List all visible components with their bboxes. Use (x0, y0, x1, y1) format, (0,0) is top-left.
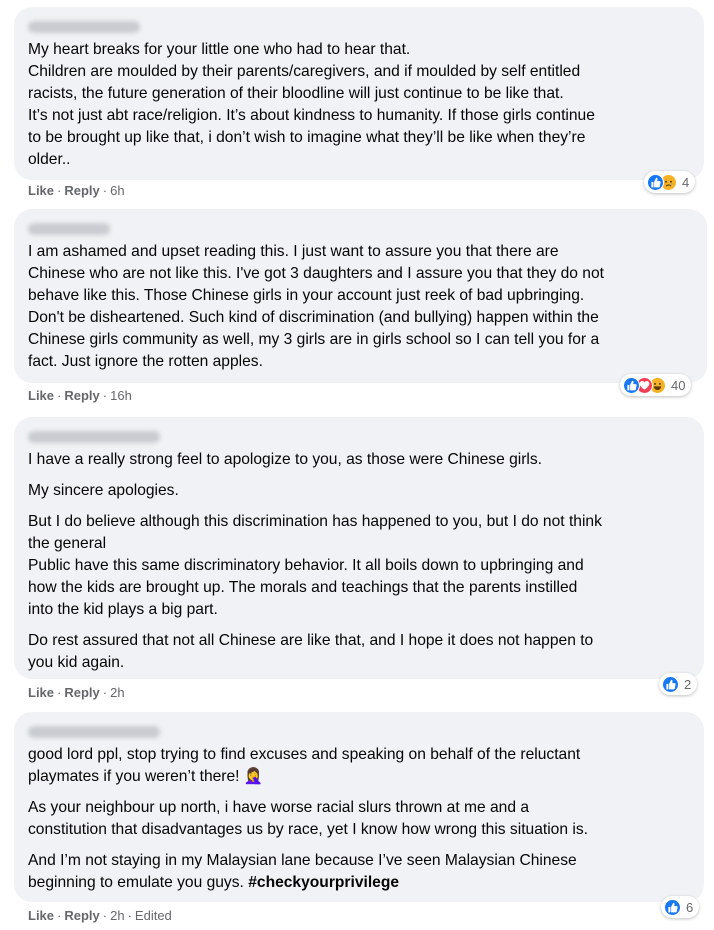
comment-line: Don't be disheartened. Such kind of disc… (28, 309, 599, 326)
comment-line: fact. Just ignore the rotten apples. (28, 353, 263, 370)
comment-line: I have a really strong feel to apologize… (28, 451, 543, 468)
comment-meta: Like · Reply · 2h (28, 685, 125, 700)
comment-line: But I do believe although this discrimin… (28, 513, 602, 530)
comment-line: the general (28, 535, 107, 552)
comment-paragraph: But I do believe although this discrimin… (28, 511, 690, 621)
comment-bubble: good lord ppl, stop trying to find excus… (14, 712, 704, 902)
comment-paragraph: good lord ppl, stop trying to find excus… (28, 744, 690, 788)
like-icon (647, 173, 664, 191)
like-action[interactable]: Like (28, 388, 54, 403)
comment-line: Chinese girls community as well, my 3 gi… (28, 331, 600, 348)
reply-action[interactable]: Reply (64, 908, 99, 923)
author-name-blurred[interactable] (28, 21, 140, 33)
comment-meta: Like · Reply · 2h · Edited (28, 908, 172, 923)
comment-bubble: My heart breaks for your little one who … (14, 7, 704, 180)
reaction-count: 40 (671, 377, 686, 393)
reply-action[interactable]: Reply (64, 183, 99, 198)
comment-line: I am ashamed and upset reading this. I j… (28, 243, 559, 260)
comment-paragraph: Do rest assured that not all Chinese are… (28, 630, 690, 674)
comment-line: It’s not just abt race/religion. It’s ab… (28, 107, 595, 124)
comment-body: I have a really strong feel to apologize… (28, 449, 690, 674)
comment-body: My heart breaks for your little one who … (28, 39, 690, 171)
comment-bubble: I am ashamed and upset reading this. I j… (14, 209, 707, 383)
comment-line: Do rest assured that not all Chinese are… (28, 632, 594, 649)
author-name-blurred[interactable] (28, 431, 160, 443)
comment-line: As your neighbour up north, i have worse… (28, 799, 529, 816)
timestamp[interactable]: 2h (110, 685, 124, 700)
comment-paragraph: And I’m not staying in my Malaysian lane… (28, 850, 690, 894)
comment-line: into the kid plays a big part. (28, 601, 218, 618)
comment-paragraph: I have a really strong feel to apologize… (28, 449, 690, 471)
comment-line: good lord ppl, stop trying to find excus… (28, 746, 581, 763)
timestamp[interactable]: 16h (110, 388, 132, 403)
reply-action[interactable]: Reply (64, 685, 99, 700)
comment-line: racists, the future generation of their … (28, 85, 564, 102)
comment-line: you kid again. (28, 654, 125, 671)
reaction-summary[interactable]: 40 (620, 374, 692, 396)
comment-line: behave like this. Those Chinese girls in… (28, 287, 585, 304)
comment-line: Children are moulded by their parents/ca… (28, 63, 581, 80)
comment-bubble: I have a really strong feel to apologize… (14, 417, 704, 679)
reaction-summary[interactable]: 4 (644, 171, 696, 193)
comment-paragraph: I am ashamed and upset reading this. I j… (28, 241, 693, 373)
comment-line: And I’m not staying in my Malaysian lane… (28, 852, 577, 869)
like-icon (623, 376, 640, 394)
comment-line: beginning to emulate you guys. (28, 874, 244, 891)
like-icon (664, 898, 681, 916)
comment-line: older.. (28, 151, 71, 168)
timestamp[interactable]: 2h (110, 908, 124, 923)
comment-line: Public have this same discriminatory beh… (28, 557, 584, 574)
reaction-count: 6 (686, 899, 694, 915)
comment-line: constitution that disadvantages us by ra… (28, 821, 588, 838)
reaction-summary[interactable]: 6 (661, 896, 700, 918)
comment-paragraph: My sincere apologies. (28, 480, 690, 502)
author-name-blurred[interactable] (28, 726, 160, 738)
like-action[interactable]: Like (28, 685, 54, 700)
comment-meta: Like · Reply · 16h (28, 388, 132, 403)
comment-paragraph: My heart breaks for your little one who … (28, 39, 690, 171)
comment-line: to be brought up like that, i don’t wish… (28, 129, 586, 146)
like-action[interactable]: Like (28, 908, 54, 923)
like-icon (662, 675, 679, 693)
comment-line: My sincere apologies. (28, 482, 179, 499)
reaction-count: 2 (684, 676, 692, 692)
comment-body: good lord ppl, stop trying to find excus… (28, 744, 690, 894)
comment-meta: Like · Reply · 6h (28, 183, 125, 198)
like-action[interactable]: Like (28, 183, 54, 198)
reaction-count: 4 (682, 174, 690, 190)
comment-line: My heart breaks for your little one who … (28, 41, 411, 58)
reaction-summary[interactable]: 2 (659, 673, 698, 695)
comment-body: I am ashamed and upset reading this. I j… (28, 241, 693, 373)
edited-label: Edited (134, 908, 172, 923)
comment-line-with-hashtag: beginning to emulate you guys. #checkyou… (28, 872, 690, 894)
timestamp[interactable]: 6h (110, 183, 124, 198)
comment-line: how the kids are brought up. The morals … (28, 579, 578, 596)
comment-paragraph: As your neighbour up north, i have worse… (28, 797, 690, 841)
reply-action[interactable]: Reply (64, 388, 99, 403)
hashtag-link[interactable]: #checkyourprivilege (248, 874, 399, 891)
author-name-blurred[interactable] (28, 223, 110, 235)
comment-line: Chinese who are not like this. I've got … (28, 265, 604, 282)
comment-line: playmates if you weren’t there! 🤦‍♀️ (28, 768, 264, 785)
